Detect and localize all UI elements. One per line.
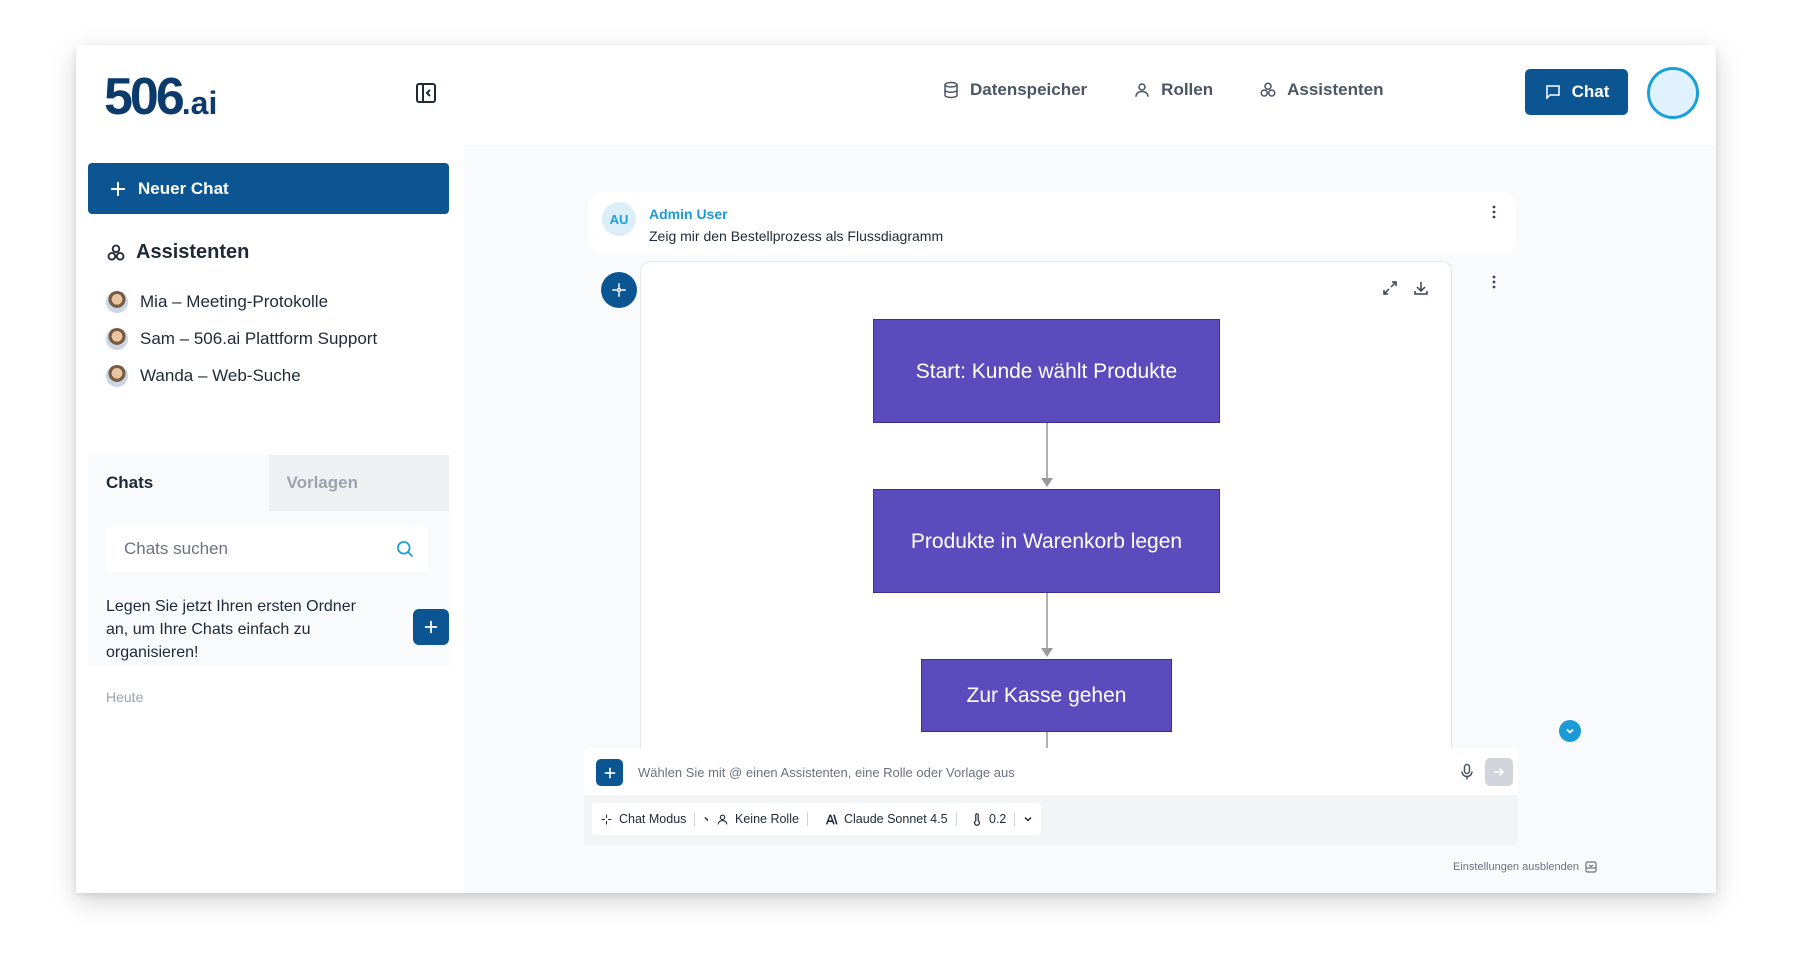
chat-search-input[interactable] — [124, 539, 395, 559]
nav-datenspeicher-label: Datenspeicher — [970, 80, 1088, 99]
assistants-icon — [1260, 82, 1276, 97]
flowchart-card: Start: Kunde wählt Produkte Produkte in … — [640, 261, 1452, 751]
model-label: Claude Sonnet 4.5 — [844, 812, 948, 826]
chevron-down-icon — [1024, 816, 1032, 822]
user-icon — [1135, 83, 1149, 97]
logo-suffix: .ai — [181, 85, 218, 121]
model-select[interactable]: Claude Sonnet 4.5 — [817, 803, 983, 835]
separator — [1014, 812, 1016, 826]
flowchart-node-cart: Produkte in Warenkorb legen — [873, 489, 1220, 593]
assistant-avatar — [601, 272, 637, 308]
user-avatar[interactable] — [1647, 67, 1699, 119]
top-bar: 506.ai Datenspeicher Rollen Assistenten … — [76, 45, 1716, 145]
more-options-icon[interactable] — [1486, 204, 1502, 220]
assistants-heading-label: Assistenten — [136, 241, 250, 263]
assistant-avatar — [106, 364, 128, 387]
chat-search — [106, 526, 429, 572]
microphone-icon[interactable] — [1459, 763, 1475, 781]
logo-main: 506 — [104, 68, 185, 126]
nav-rollen[interactable]: Rollen — [1133, 80, 1213, 100]
flowchart-arrowhead — [1041, 478, 1053, 487]
assistant-label: Wanda – Web-Suche — [140, 365, 301, 385]
nav-datenspeicher[interactable]: Datenspeicher — [942, 80, 1087, 100]
section-today: Heute — [106, 689, 144, 705]
hide-settings-label: Einstellungen ausblenden — [1453, 861, 1579, 873]
role-select[interactable]: Keine Rolle — [708, 803, 834, 835]
chat-bubble-icon — [1545, 85, 1560, 100]
separator — [694, 812, 696, 826]
new-chat-label: Neuer Chat — [138, 178, 229, 198]
separator — [955, 812, 957, 826]
tab-vorlagen[interactable]: Vorlagen — [268, 455, 449, 511]
temperature-select[interactable]: 0.2 — [963, 803, 1042, 835]
search-icon[interactable] — [395, 539, 415, 559]
separator — [806, 812, 808, 826]
role-label: Keine Rolle — [735, 812, 799, 826]
chat-mode-select[interactable]: Chat Modus — [592, 803, 722, 835]
message-input[interactable] — [638, 756, 1328, 788]
sparkle-icon — [601, 814, 612, 824]
plus-icon — [424, 620, 438, 634]
sidebar-tabs: Chats Vorlagen — [88, 455, 449, 511]
assistant-item-mia[interactable]: Mia – Meeting-Protokolle — [106, 283, 377, 320]
assistant-item-sam[interactable]: Sam – 506.ai Plattform Support — [106, 320, 377, 357]
download-icon[interactable] — [1413, 280, 1429, 296]
user-message-avatar: AU — [602, 202, 636, 236]
nav-assistenten-label: Assistenten — [1287, 80, 1384, 99]
assistants-icon — [107, 244, 125, 261]
sparkle-icon — [612, 283, 626, 297]
logo[interactable]: 506.ai — [104, 67, 217, 127]
main-panel: AU Admin User Zeig mir den Bestellprozes… — [464, 145, 1716, 893]
assistant-label: Mia – Meeting-Protokolle — [140, 291, 329, 311]
nav-rollen-label: Rollen — [1161, 80, 1214, 99]
new-chat-button[interactable]: Neuer Chat — [88, 163, 449, 214]
user-message: AU Admin User Zeig mir den Bestellprozes… — [588, 192, 1517, 255]
more-options-icon[interactable] — [1486, 274, 1502, 290]
scroll-down-button[interactable] — [1559, 720, 1581, 742]
flowchart-arrowhead — [1041, 648, 1053, 657]
tab-chats[interactable]: Chats — [88, 455, 269, 511]
assistants-heading: Assistenten — [106, 241, 249, 264]
user-message-text: Zeig mir den Bestellprozess als Flussdia… — [649, 228, 944, 244]
assistant-avatar — [106, 327, 128, 350]
message-composer — [584, 748, 1518, 795]
flowchart-node-start: Start: Kunde wählt Produkte — [873, 319, 1220, 423]
main-nav: Datenspeicher Rollen Assistenten — [942, 80, 1384, 100]
add-folder-button[interactable] — [413, 609, 449, 645]
temperature-label: 0.2 — [989, 812, 1007, 826]
arrow-right-icon — [1494, 767, 1505, 777]
assistant-label: Sam – 506.ai Plattform Support — [140, 328, 378, 348]
plus-icon — [604, 767, 615, 778]
plus-icon — [111, 181, 125, 196]
nav-assistenten[interactable]: Assistenten — [1259, 80, 1384, 100]
database-icon — [944, 81, 958, 99]
send-button[interactable] — [1485, 758, 1513, 786]
chat-button-label: Chat — [1571, 82, 1610, 101]
app-window: 506.ai Datenspeicher Rollen Assistenten … — [76, 45, 1716, 893]
thermometer-icon — [973, 812, 981, 826]
hide-settings-link[interactable]: Einstellungen ausblenden — [1453, 861, 1597, 873]
user-message-author: Admin User — [649, 206, 728, 222]
assistants-list: Mia – Meeting-Protokolle Sam – 506.ai Pl… — [106, 283, 377, 394]
sidebar-collapse-icon[interactable] — [414, 81, 438, 105]
assistant-item-wanda[interactable]: Wanda – Web-Suche — [106, 357, 377, 394]
settings-panel-icon — [1585, 861, 1597, 873]
expand-icon[interactable] — [1382, 280, 1398, 296]
attach-button[interactable] — [596, 759, 623, 786]
chats-panel: Legen Sie jetzt Ihren ersten Ordner an, … — [88, 511, 449, 666]
assistant-avatar — [106, 290, 128, 313]
anthropic-icon — [825, 814, 838, 824]
composer-settings-bar: Chat Modus Keine Rolle Claude Sonnet 4.5… — [584, 795, 1518, 845]
chat-mode-label: Chat Modus — [619, 812, 687, 826]
user-icon — [717, 814, 728, 824]
chevron-down-icon — [1566, 728, 1574, 734]
flowchart-connector — [1046, 423, 1048, 483]
chat-button[interactable]: Chat — [1525, 69, 1628, 115]
sidebar: Neuer Chat Assistenten Mia – Meeting-Pro… — [76, 145, 464, 893]
flowchart-connector — [1046, 593, 1048, 653]
flowchart-node-checkout: Zur Kasse gehen — [921, 659, 1172, 732]
folder-hint: Legen Sie jetzt Ihren ersten Ordner an, … — [106, 598, 356, 661]
